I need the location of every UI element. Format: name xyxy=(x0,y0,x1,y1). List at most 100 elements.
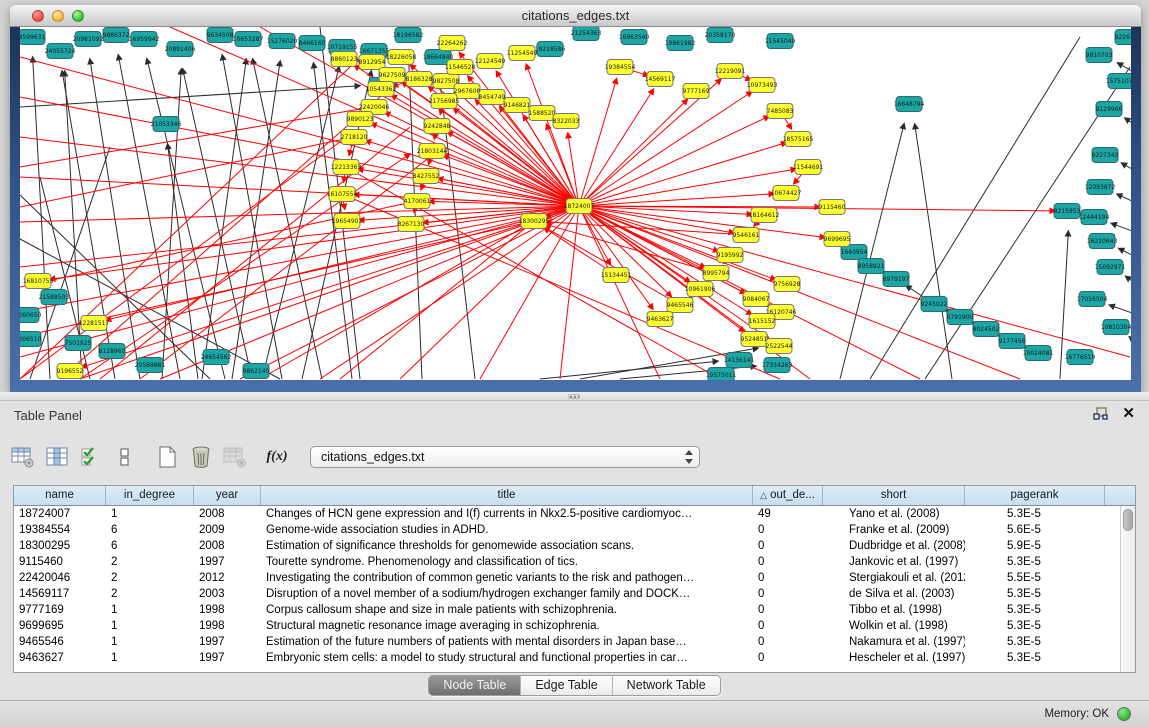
network-node[interactable]: 21254363 xyxy=(571,27,602,41)
table-cell[interactable]: Tibbo et al. (1998) xyxy=(823,602,965,618)
network-edge[interactable] xyxy=(915,124,952,379)
network-node[interactable]: 20358170 xyxy=(705,28,736,43)
table-cell[interactable]: 5.3E-5 xyxy=(965,650,1105,666)
column-header[interactable]: year xyxy=(194,486,261,505)
network-node[interactable]: 9890123 xyxy=(347,112,374,127)
float-panel-icon[interactable] xyxy=(1093,407,1108,421)
table-row[interactable]: 977716911998Corpus callosum shape and si… xyxy=(14,602,1135,618)
table-cell[interactable]: Genome-wide association studies in ADHD. xyxy=(261,522,753,538)
table-cell[interactable]: Disruption of a novel member of a sodium… xyxy=(261,586,753,602)
network-node[interactable]: 8427552 xyxy=(413,169,440,184)
divider-grip-icon[interactable] xyxy=(568,394,580,399)
table-row[interactable]: 911546021997Tourette syndrome. Phenomeno… xyxy=(14,554,1135,570)
column-header[interactable]: △out_de... xyxy=(753,486,823,505)
network-node[interactable]: 16810755 xyxy=(23,274,54,289)
table-cell[interactable]: Stergiakouli et al. (2012) xyxy=(823,570,965,586)
table-cell[interactable]: 6 xyxy=(106,538,194,554)
network-edge[interactable] xyxy=(579,92,752,206)
network-node[interactable]: 9634508 xyxy=(207,28,234,43)
network-node[interactable]: 9115460 xyxy=(819,200,846,215)
table-cell[interactable]: Hescheler et al. (1997) xyxy=(823,650,965,666)
table-cell[interactable]: 9465546 xyxy=(14,634,106,650)
scrollbar-thumb[interactable] xyxy=(1123,509,1133,531)
table-cell[interactable]: Estimation of the future numbers of pati… xyxy=(261,634,753,650)
network-edge[interactable] xyxy=(459,52,579,206)
table-cell[interactable]: 5.3E-5 xyxy=(965,554,1105,570)
table-cell[interactable]: 6 xyxy=(106,522,194,538)
table-cell[interactable]: Jankovic et al. (1997) xyxy=(823,554,965,570)
network-node[interactable]: 12213363 xyxy=(331,160,362,175)
table-cell[interactable]: 1 xyxy=(106,618,194,634)
network-node[interactable]: 1615152 xyxy=(749,314,776,329)
table-cell[interactable]: 5.3E-5 xyxy=(965,618,1105,634)
network-node[interactable]: 19861982 xyxy=(665,36,696,51)
network-node[interactable]: 18575165 xyxy=(783,132,814,147)
network-node[interactable]: 21803144 xyxy=(417,144,448,159)
network-edge[interactable] xyxy=(1117,63,1131,71)
network-edge[interactable] xyxy=(20,57,579,206)
table-row[interactable]: 969969511998Structural magnetic resonanc… xyxy=(14,618,1135,634)
network-edge[interactable] xyxy=(579,206,1130,357)
network-node[interactable]: 12124549 xyxy=(475,54,506,69)
network-node[interactable]: 9129966 xyxy=(1096,102,1123,117)
table-row[interactable]: 946554611997Estimation of the future num… xyxy=(14,634,1135,650)
table-cell[interactable]: 5.6E-5 xyxy=(965,522,1105,538)
table-cell[interactable]: 0 xyxy=(753,618,823,634)
network-node[interactable]: 12281517 xyxy=(79,316,110,331)
network-node[interactable]: 10653287 xyxy=(233,32,264,47)
network-node[interactable]: 8267130 xyxy=(398,217,425,232)
table-cell[interactable]: 49 xyxy=(753,506,823,522)
table-cell[interactable]: 1997 xyxy=(194,554,261,570)
table-cell[interactable]: Wolkin et al. (1998) xyxy=(823,618,965,634)
network-node[interactable]: 14136141 xyxy=(724,353,755,368)
table-cell[interactable]: 2003 xyxy=(194,586,261,602)
network-node[interactable]: 8322033 xyxy=(553,114,580,129)
tab-network-table[interactable]: Network Table xyxy=(613,676,720,695)
table-cell[interactable]: 9463627 xyxy=(14,650,106,666)
network-node[interactable]: 2967608 xyxy=(454,84,481,99)
column-header[interactable]: short xyxy=(823,486,965,505)
network-node[interactable]: 17334263 xyxy=(762,358,793,373)
network-edge[interactable] xyxy=(62,71,115,379)
table-cell[interactable]: 1998 xyxy=(194,602,261,618)
network-node[interactable]: 8128960 xyxy=(99,344,126,359)
table-cell[interactable]: 19384554 xyxy=(14,522,106,538)
network-node[interactable]: 16107554 xyxy=(327,187,358,202)
network-node[interactable]: 19384554 xyxy=(605,60,636,75)
network-node[interactable]: 19575011 xyxy=(706,368,737,381)
network-node[interactable]: 16959942 xyxy=(129,32,160,47)
table-cell[interactable]: 1 xyxy=(106,650,194,666)
network-node[interactable]: 8186328 xyxy=(406,72,433,87)
network-node[interactable]: 18724007 xyxy=(564,199,595,214)
table-cell[interactable]: Yano et al. (2008) xyxy=(823,506,965,522)
network-node[interactable]: 10024081 xyxy=(1023,346,1054,361)
column-header[interactable]: in_degree xyxy=(106,486,194,505)
network-node[interactable]: 21756985 xyxy=(429,94,460,109)
network-edge[interactable] xyxy=(1129,337,1131,339)
network-node[interactable]: 16776519 xyxy=(1065,350,1096,365)
network-node[interactable]: 9546161 xyxy=(733,228,760,243)
network-node[interactable]: 16963540 xyxy=(619,30,650,45)
network-edge[interactable] xyxy=(80,154,410,379)
network-node[interactable]: 21588503 xyxy=(39,290,70,305)
table-cell[interactable]: 2 xyxy=(106,554,194,570)
table-cell[interactable]: 0 xyxy=(753,650,823,666)
network-node[interactable]: 24654562 xyxy=(201,350,232,365)
table-cell[interactable]: de Silva et al. (2003) xyxy=(823,586,965,602)
network-node[interactable]: 15692971 xyxy=(1095,260,1126,275)
table-row[interactable]: 2242004622012Investigating the contribut… xyxy=(14,570,1135,586)
column-header[interactable]: title xyxy=(261,486,753,505)
table-cell[interactable]: 0 xyxy=(753,602,823,618)
table-cell[interactable]: 9115460 xyxy=(14,554,106,570)
memory-ok-indicator[interactable] xyxy=(1117,707,1131,721)
delete-table-icon[interactable] xyxy=(220,443,250,471)
network-node[interactable]: 9226152 xyxy=(1115,30,1131,45)
network-node[interactable]: 9195992 xyxy=(717,248,744,263)
table-cell[interactable]: Embryonic stem cells: a model to study s… xyxy=(261,650,753,666)
network-edge[interactable] xyxy=(1126,276,1131,281)
table-cell[interactable]: 5.3E-5 xyxy=(965,506,1105,522)
network-node[interactable]: 20589881 xyxy=(135,358,166,373)
table-cell[interactable]: 2008 xyxy=(194,506,261,522)
network-node[interactable]: 11546528 xyxy=(445,60,476,75)
network-node[interactable]: 9699695 xyxy=(824,232,851,247)
